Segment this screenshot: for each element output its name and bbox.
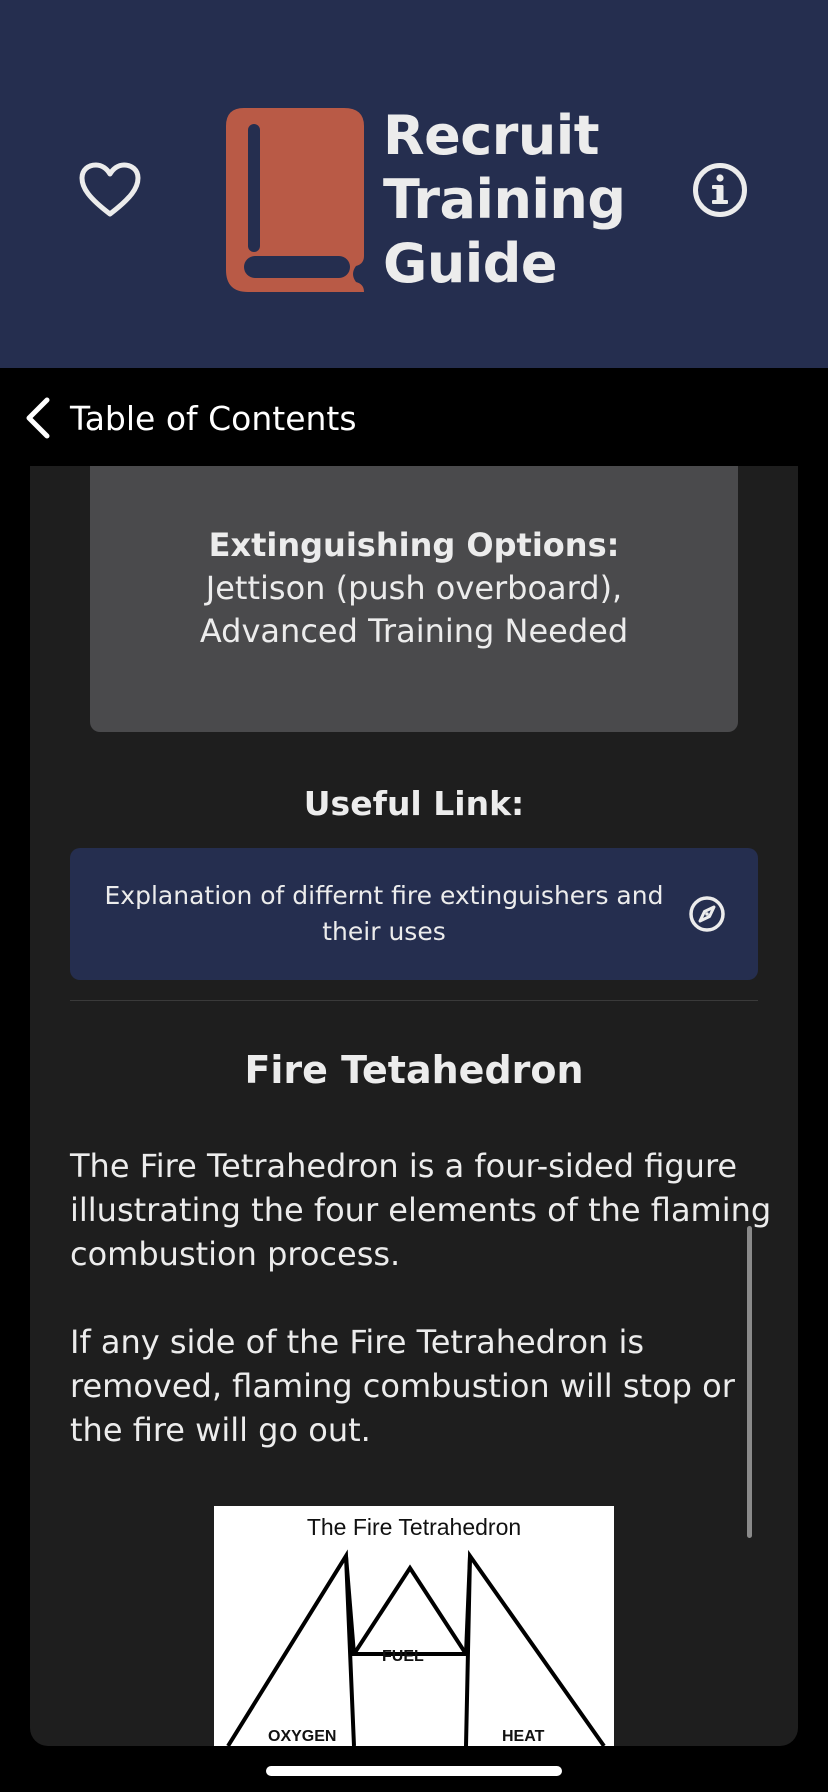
useful-link-label: Useful Link: [303, 784, 525, 823]
paragraph-1: The Fire Tetrahedron is a four-sided fig… [70, 1147, 772, 1273]
content-card[interactable]: Extinguishing Options: Jettison (push ov… [30, 466, 798, 1746]
extinguishing-line-2: Advanced Training Needed [199, 612, 629, 650]
paragraph-2: If any side of the Fire Tetrahedron is r… [70, 1323, 735, 1449]
heart-icon [79, 162, 141, 217]
app-header: Recruit Training Guide [0, 0, 828, 368]
info-button[interactable] [680, 150, 760, 230]
app-title: Recruit Training Guide [383, 104, 626, 295]
extinguishing-line-1: Jettison (push overboard), [205, 569, 623, 607]
navigation-bar: Table of Contents [0, 368, 828, 466]
back-button[interactable]: Table of Contents [20, 390, 357, 446]
favorite-button[interactable] [70, 150, 150, 230]
scrollbar[interactable] [747, 1226, 752, 1538]
home-indicator[interactable] [266, 1766, 562, 1776]
back-label: Table of Contents [70, 398, 357, 438]
extinguishing-options-box: Extinguishing Options: Jettison (push ov… [90, 466, 738, 732]
book-icon [226, 108, 372, 292]
compass-icon [689, 896, 725, 932]
fuel-label: FUEL [382, 1648, 424, 1665]
divider [70, 1000, 758, 1001]
section-title: Fire Tetahedron [244, 1048, 584, 1092]
extinguishing-title: Extinguishing Options: [208, 526, 620, 564]
info-icon [693, 163, 747, 217]
chevron-left-icon [20, 396, 56, 440]
fire-tetrahedron-diagram: The Fire Tetrahedron FUEL OXYGEN HEAT [214, 1506, 614, 1746]
oxygen-label: OXYGEN [268, 1728, 337, 1745]
heat-label: HEAT [502, 1728, 545, 1745]
fire-extinguishers-link-button[interactable]: Explanation of differnt fire extinguishe… [70, 848, 758, 980]
tetrahedron-drawing [226, 1549, 606, 1746]
link-text: Explanation of differnt fire extinguishe… [104, 881, 664, 946]
